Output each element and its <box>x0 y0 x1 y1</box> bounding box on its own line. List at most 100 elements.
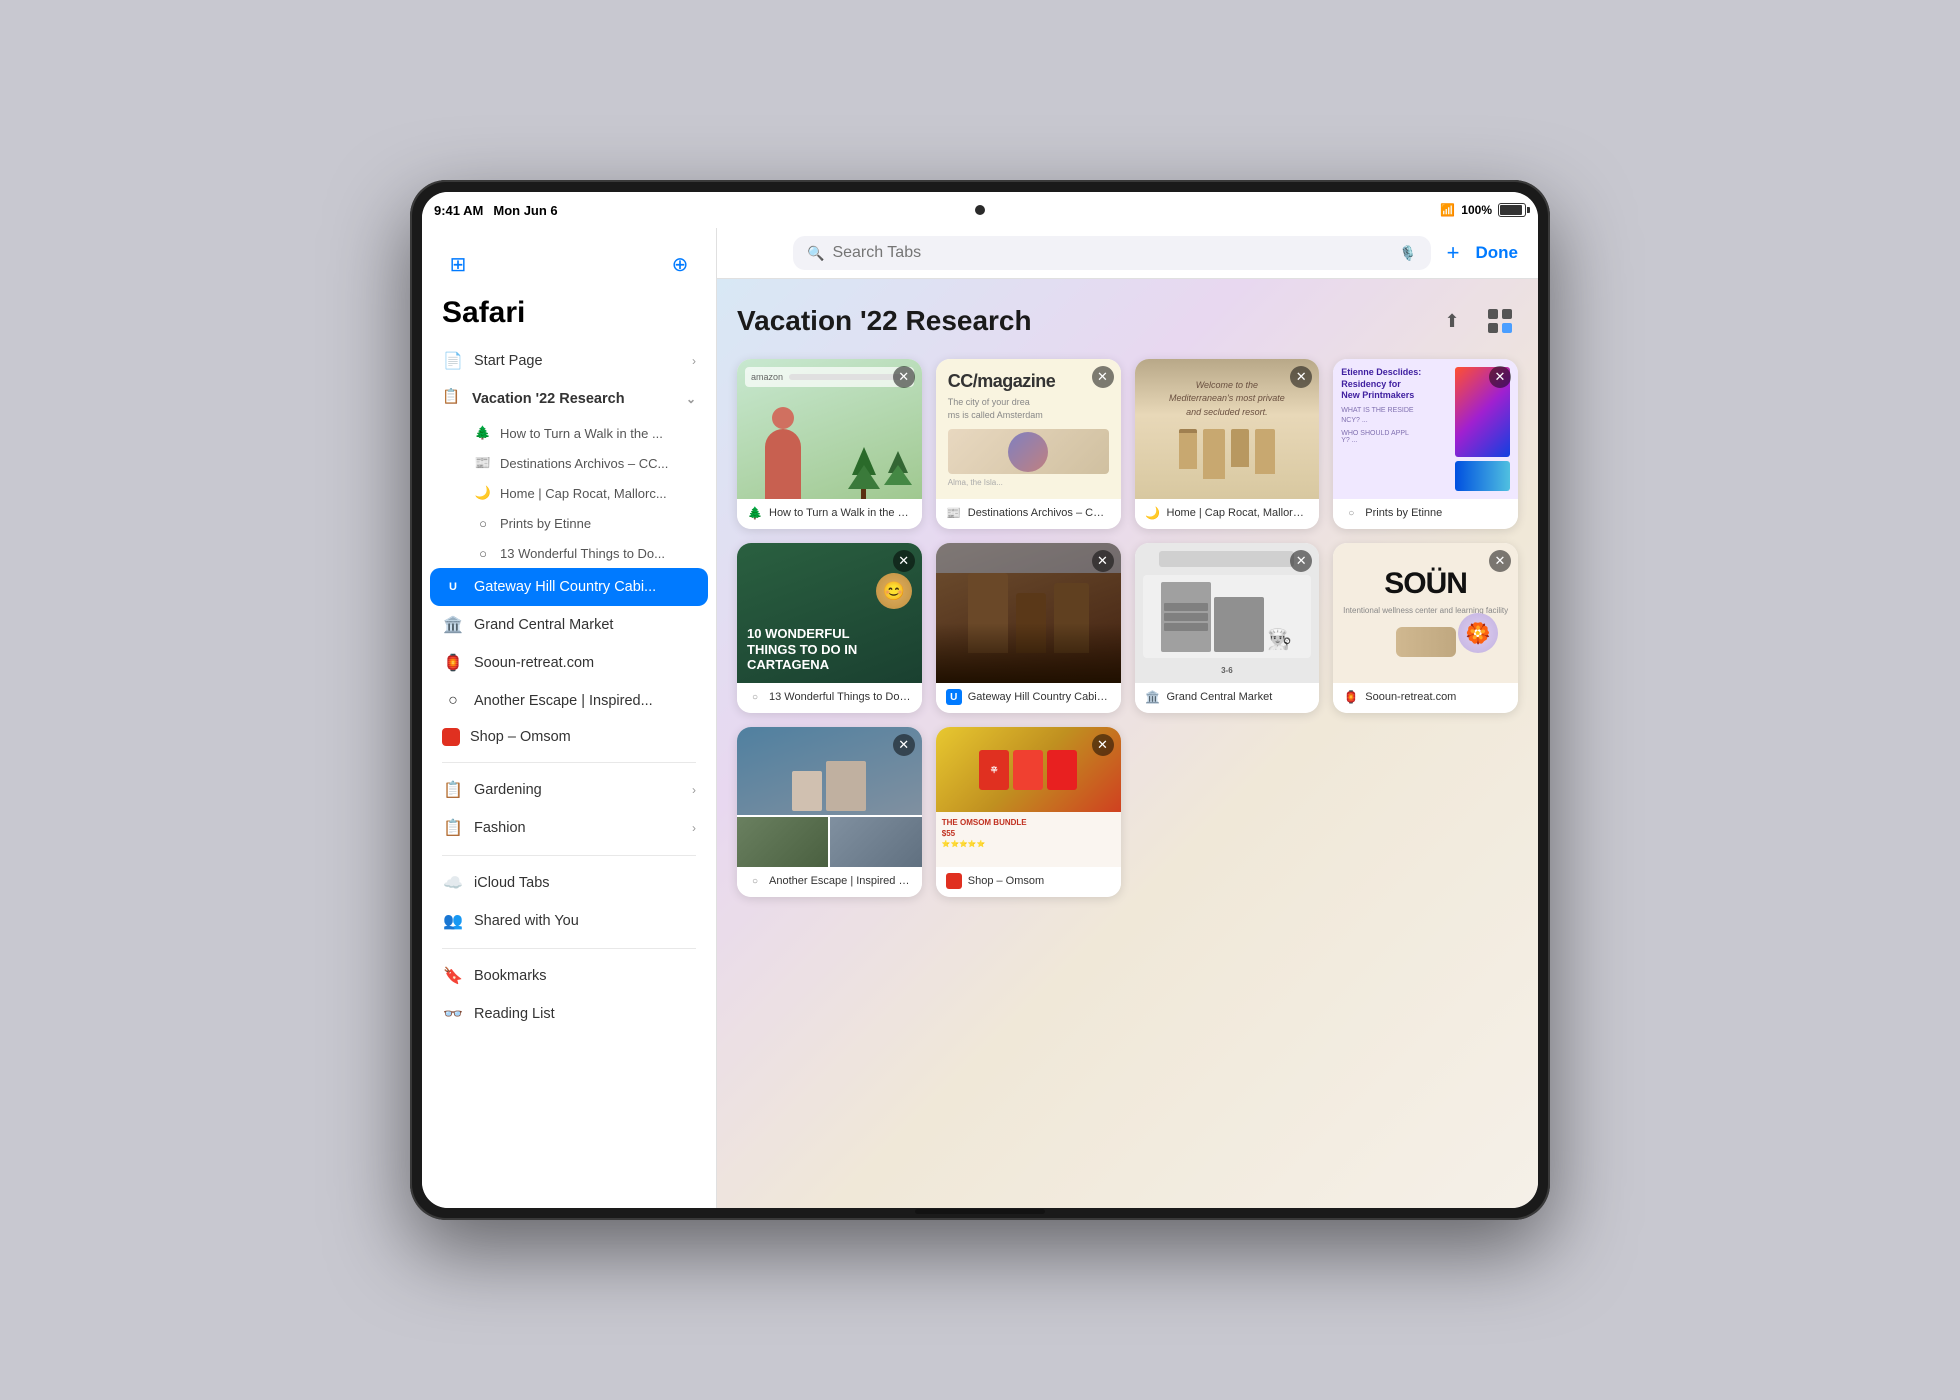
sub-item-destinations[interactable]: 📰 Destinations Archivos – CC... <box>462 448 708 478</box>
gateway-tab-title: Gateway Hill Country Cabins | ... <box>968 691 1111 703</box>
tab-card-walk[interactable]: ✕ <box>737 359 922 529</box>
tab-footer-wonderful: ○ 13 Wonderful Things to Do in... <box>737 683 922 713</box>
gardening-icon: 📋 <box>442 779 464 801</box>
close-tab-etienne[interactable]: ✕ <box>1489 366 1511 388</box>
tab-footer-etienne: ○ Prints by Etinne <box>1333 499 1518 529</box>
sub-item-etienne[interactable]: ○ Prints by Etinne <box>462 508 708 538</box>
search-bar-container[interactable]: 🔍 🎙️ <box>793 236 1431 270</box>
sidebar-item-grand[interactable]: 🏛️ Grand Central Market <box>430 606 708 644</box>
shared-label: Shared with You <box>474 913 696 929</box>
rocat-favicon: 🌙 <box>474 484 492 502</box>
sidebar-item-reading[interactable]: 👓 Reading List <box>430 995 708 1033</box>
tab-group-sub-items: 🌲 How to Turn a Walk in the ... 📰 Destin… <box>430 418 708 568</box>
tab-footer-grand: 🏛️ Grand Central Market <box>1135 683 1320 713</box>
done-button[interactable]: Done <box>1476 243 1519 263</box>
new-tab-button[interactable]: ⊕ <box>664 248 696 280</box>
front-camera <box>975 205 985 215</box>
gateway-favicon: U <box>442 576 464 598</box>
wonderful-label: 13 Wonderful Things to Do... <box>500 546 665 561</box>
sidebar-item-gateway[interactable]: U Gateway Hill Country Cabi... <box>430 568 708 606</box>
tab-card-escape[interactable]: ✕ <box>737 727 922 897</box>
sidebar-item-fashion[interactable]: 📋 Fashion › <box>430 809 708 847</box>
sidebar-item-omsom[interactable]: Shop – Omsom <box>430 720 708 754</box>
escape-tab-title: Another Escape | Inspired by... <box>769 875 912 887</box>
divider-3 <box>442 948 696 949</box>
walk-label: How to Turn a Walk in the ... <box>500 426 663 441</box>
fashion-label: Fashion <box>474 820 682 836</box>
mic-icon[interactable]: 🎙️ <box>1399 245 1416 262</box>
sooun-label: Sooun-retreat.com <box>474 655 696 671</box>
sub-item-rocat[interactable]: 🌙 Home | Cap Rocat, Mallorc... <box>462 478 708 508</box>
tab-footer-gateway: U Gateway Hill Country Cabins | ... <box>936 683 1121 713</box>
grid-view-button[interactable] <box>1482 303 1518 339</box>
tab-card-etienne[interactable]: ✕ Etienne Desclides:Residency forNew Pri… <box>1333 359 1518 529</box>
sidebar-item-bookmarks[interactable]: 🔖 Bookmarks <box>430 957 708 995</box>
close-tab-omsom[interactable]: ✕ <box>1092 734 1114 756</box>
icloud-label: iCloud Tabs <box>474 875 696 891</box>
share-button[interactable]: ⬆ <box>1434 303 1470 339</box>
add-tab-button[interactable]: + <box>1447 240 1460 266</box>
tab-group-vacation[interactable]: 📋 Vacation '22 Research ⌄ <box>430 380 708 418</box>
walk-tab-title: How to Turn a Walk in the Wo... <box>769 507 912 519</box>
close-tab-escape[interactable]: ✕ <box>893 734 915 756</box>
sub-item-wonderful[interactable]: ○ 13 Wonderful Things to Do... <box>462 538 708 568</box>
content-header: Vacation '22 Research ⬆ <box>737 303 1518 339</box>
search-icon: 🔍 <box>807 245 824 262</box>
reading-label: Reading List <box>474 1006 696 1022</box>
shared-icon: 👥 <box>442 910 464 932</box>
search-input[interactable] <box>832 244 1391 262</box>
close-tab-dest[interactable]: ✕ <box>1092 366 1114 388</box>
gardening-label: Gardening <box>474 782 682 798</box>
sub-item-walk[interactable]: 🌲 How to Turn a Walk in the ... <box>462 418 708 448</box>
battery-icon <box>1498 203 1526 217</box>
etienne-favicon: ○ <box>474 514 492 532</box>
omsom-tab-title: Shop – Omsom <box>968 875 1111 887</box>
top-bar: 🔍 🎙️ + Done <box>717 228 1538 279</box>
sidebar-item-gardening[interactable]: 📋 Gardening › <box>430 771 708 809</box>
wifi-icon: 📶 <box>1440 203 1455 217</box>
walk-favicon: 🌲 <box>474 424 492 442</box>
escape-label: Another Escape | Inspired... <box>474 693 696 709</box>
close-tab-wonderful[interactable]: ✕ <box>893 550 915 572</box>
tab-footer-sooun: 🏮 Sooun-retreat.com <box>1333 683 1518 713</box>
grand-tab-favicon: 🏛️ <box>1145 689 1161 705</box>
sidebar-item-start-page[interactable]: 📄 Start Page › <box>430 342 708 380</box>
reading-icon: 👓 <box>442 1003 464 1025</box>
content-title: Vacation '22 Research <box>737 305 1032 337</box>
app-title: Safari <box>422 292 716 342</box>
start-page-icon: 📄 <box>442 350 464 372</box>
content-header-actions: ⬆ <box>1434 303 1518 339</box>
dest-label: Destinations Archivos – CC... <box>500 456 668 471</box>
sidebar-item-escape[interactable]: ○ Another Escape | Inspired... <box>430 682 708 720</box>
home-indicator[interactable] <box>915 1209 1045 1214</box>
tab-group-chevron: ⌄ <box>686 392 696 406</box>
gateway-label: Gateway Hill Country Cabi... <box>474 579 696 595</box>
close-tab-gateway[interactable]: ✕ <box>1092 550 1114 572</box>
close-tab-walk[interactable]: ✕ <box>893 366 915 388</box>
battery-percentage: 100% <box>1461 203 1492 217</box>
sidebar-toggle-button[interactable]: ⊞ <box>442 248 474 280</box>
rocat-tab-title: Home | Cap Rocat, Mallorca | ... <box>1167 507 1310 519</box>
tab-card-dest[interactable]: ✕ CC/magazine The city of your dreams is… <box>936 359 1121 529</box>
tab-card-rocat[interactable]: ✕ Welcome to theMediterranean's most pri… <box>1135 359 1320 529</box>
etienne-label: Prints by Etinne <box>500 516 591 531</box>
sidebar-item-sooun[interactable]: 🏮 Sooun-retreat.com <box>430 644 708 682</box>
tab-footer-escape: ○ Another Escape | Inspired by... <box>737 867 922 897</box>
start-page-label: Start Page <box>474 353 682 369</box>
gardening-chevron: › <box>692 783 696 797</box>
tab-card-omsom[interactable]: ✕ 辛 THE OMSOM BUNDLE <box>936 727 1121 897</box>
bookmarks-label: Bookmarks <box>474 968 696 984</box>
sooun-favicon: 🏮 <box>442 652 464 674</box>
tab-card-wonderful[interactable]: ✕ 😊 10 WONDERFULTHINGS TO DO INCARTAGENA… <box>737 543 922 713</box>
sidebar-item-icloud[interactable]: ☁️ iCloud Tabs <box>430 864 708 902</box>
omsom-tab-favicon <box>946 873 962 889</box>
tab-card-sooun[interactable]: ✕ SOÜN Intentional wellness center and l… <box>1333 543 1518 713</box>
date-display: Mon Jun 6 <box>493 203 557 218</box>
tab-footer-rocat: 🌙 Home | Cap Rocat, Mallorca | ... <box>1135 499 1320 529</box>
close-tab-sooun[interactable]: ✕ <box>1489 550 1511 572</box>
sidebar-item-shared[interactable]: 👥 Shared with You <box>430 902 708 940</box>
tab-footer-walk: 🌲 How to Turn a Walk in the Wo... <box>737 499 922 529</box>
tab-card-grand[interactable]: ✕ <box>1135 543 1320 713</box>
start-page-chevron: › <box>692 354 696 368</box>
tab-card-gateway[interactable]: ✕ <box>936 543 1121 713</box>
